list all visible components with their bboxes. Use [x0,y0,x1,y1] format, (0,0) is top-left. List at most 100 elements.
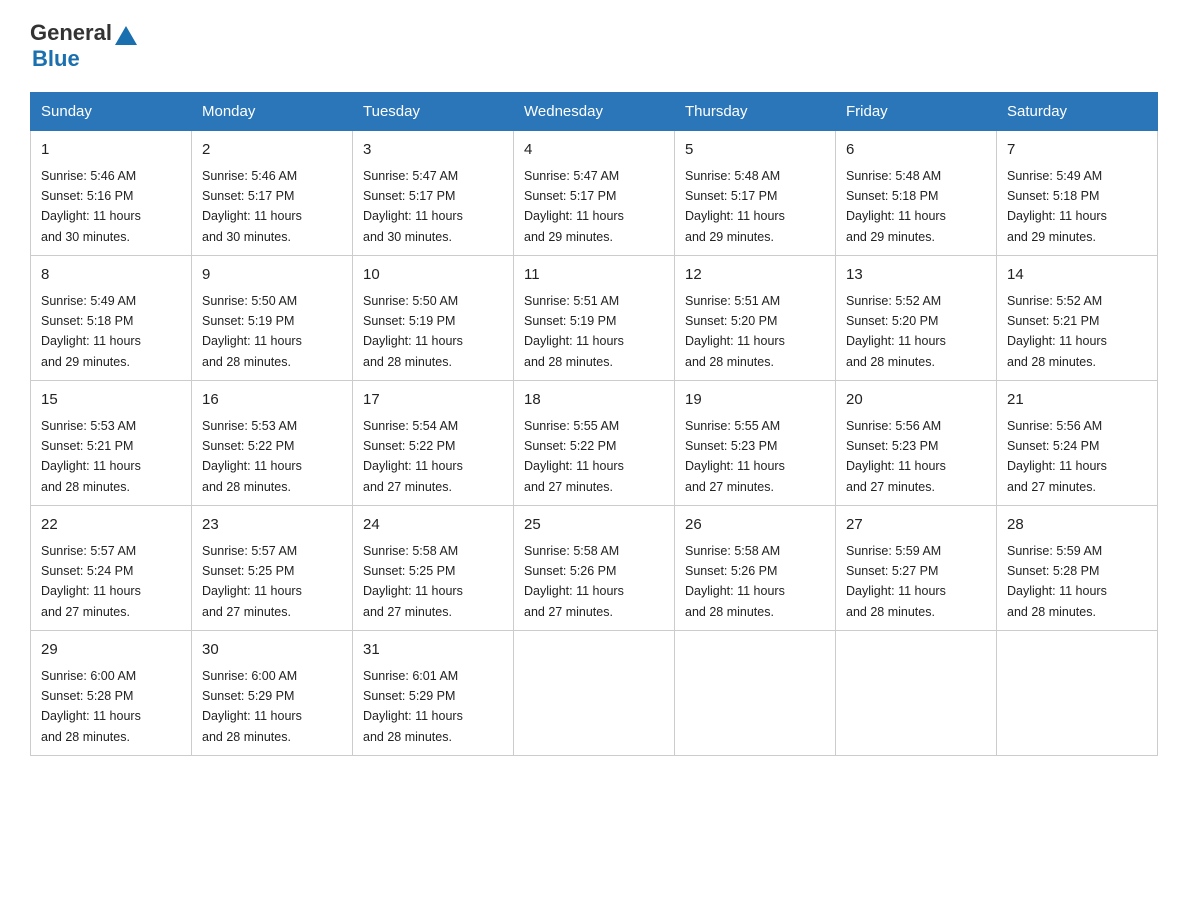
calendar-cell: 12 Sunrise: 5:51 AMSunset: 5:20 PMDayligh… [675,256,836,381]
day-number: 17 [363,389,503,412]
day-number: 19 [685,389,825,412]
day-info: Sunrise: 5:56 AMSunset: 5:24 PMDaylight:… [1007,419,1107,494]
day-number: 8 [41,264,181,287]
day-info: Sunrise: 5:49 AMSunset: 5:18 PMDaylight:… [41,294,141,369]
day-number: 1 [41,139,181,162]
calendar-cell: 8 Sunrise: 5:49 AMSunset: 5:18 PMDaylight… [31,256,192,381]
calendar-cell: 10Sunrise: 5:50 AMSunset: 5:19 PMDayligh… [353,256,514,381]
day-number: 12 [685,264,825,287]
day-info: Sunrise: 5:47 AMSunset: 5:17 PMDaylight:… [524,169,624,244]
day-info: Sunrise: 5:57 AMSunset: 5:25 PMDaylight:… [202,544,302,619]
day-number: 26 [685,514,825,537]
calendar-cell: 5Sunrise: 5:48 AMSunset: 5:17 PMDaylight… [675,131,836,256]
day-info: Sunrise: 5:58 AMSunset: 5:25 PMDaylight:… [363,544,463,619]
day-number: 16 [202,389,342,412]
calendar-cell: 29 Sunrise: 6:00 AMSunset: 5:28 PMDayligh… [31,631,192,756]
day-number: 6 [846,139,986,162]
calendar-cell: 23 Sunrise: 5:57 AMSunset: 5:25 PMDayligh… [192,506,353,631]
day-number: 11 [524,264,664,287]
day-number: 31 [363,639,503,662]
calendar-cell: 20 Sunrise: 5:56 AMSunset: 5:23 PMDayligh… [836,381,997,506]
day-number: 25 [524,514,664,537]
day-number: 9 [202,264,342,287]
calendar-cell: 22Sunrise: 5:57 AMSunset: 5:24 PMDayligh… [31,506,192,631]
column-header-wednesday: Wednesday [514,93,675,131]
day-info: Sunrise: 5:46 AMSunset: 5:16 PMDaylight:… [41,169,141,244]
calendar-cell: 15 Sunrise: 5:53 AMSunset: 5:21 PMDayligh… [31,381,192,506]
logo-blue: Blue [32,46,80,72]
logo-general: General [30,20,112,46]
calendar-week-row: 1 Sunrise: 5:46 AMSunset: 5:16 PMDaylight… [31,131,1158,256]
day-info: Sunrise: 5:52 AMSunset: 5:20 PMDaylight:… [846,294,946,369]
column-header-sunday: Sunday [31,93,192,131]
day-number: 14 [1007,264,1147,287]
calendar-cell: 25 Sunrise: 5:58 AMSunset: 5:26 PMDayligh… [514,506,675,631]
calendar-cell: 14 Sunrise: 5:52 AMSunset: 5:21 PMDayligh… [997,256,1158,381]
calendar-cell: 3Sunrise: 5:47 AMSunset: 5:17 PMDaylight… [353,131,514,256]
day-info: Sunrise: 5:55 AMSunset: 5:22 PMDaylight:… [524,419,624,494]
day-info: Sunrise: 5:56 AMSunset: 5:23 PMDaylight:… [846,419,946,494]
calendar-cell: 16 Sunrise: 5:53 AMSunset: 5:22 PMDayligh… [192,381,353,506]
calendar-week-row: 15 Sunrise: 5:53 AMSunset: 5:21 PMDayligh… [31,381,1158,506]
day-info: Sunrise: 5:50 AMSunset: 5:19 PMDaylight:… [202,294,302,369]
day-info: Sunrise: 5:48 AMSunset: 5:17 PMDaylight:… [685,169,785,244]
day-info: Sunrise: 5:53 AMSunset: 5:22 PMDaylight:… [202,419,302,494]
day-number: 21 [1007,389,1147,412]
day-info: Sunrise: 5:48 AMSunset: 5:18 PMDaylight:… [846,169,946,244]
calendar-cell: 26 Sunrise: 5:58 AMSunset: 5:26 PMDayligh… [675,506,836,631]
calendar-table: SundayMondayTuesdayWednesdayThursdayFrid… [30,92,1158,756]
column-header-monday: Monday [192,93,353,131]
column-header-friday: Friday [836,93,997,131]
logo: General Blue [30,20,137,72]
calendar-cell: 11Sunrise: 5:51 AMSunset: 5:19 PMDayligh… [514,256,675,381]
calendar-cell: 28Sunrise: 5:59 AMSunset: 5:28 PMDayligh… [997,506,1158,631]
day-info: Sunrise: 5:58 AMSunset: 5:26 PMDaylight:… [685,544,785,619]
day-info: Sunrise: 5:46 AMSunset: 5:17 PMDaylight:… [202,169,302,244]
day-number: 29 [41,639,181,662]
calendar-cell: 7Sunrise: 5:49 AMSunset: 5:18 PMDaylight… [997,131,1158,256]
calendar-cell: 1 Sunrise: 5:46 AMSunset: 5:16 PMDaylight… [31,131,192,256]
day-number: 13 [846,264,986,287]
page-header: General Blue [30,20,1158,72]
calendar-cell: 27 Sunrise: 5:59 AMSunset: 5:27 PMDayligh… [836,506,997,631]
calendar-cell: 24 Sunrise: 5:58 AMSunset: 5:25 PMDayligh… [353,506,514,631]
day-number: 22 [41,514,181,537]
day-info: Sunrise: 6:00 AMSunset: 5:28 PMDaylight:… [41,669,141,744]
calendar-cell: 9 Sunrise: 5:50 AMSunset: 5:19 PMDaylight… [192,256,353,381]
calendar-cell: 31 Sunrise: 6:01 AMSunset: 5:29 PMDayligh… [353,631,514,756]
calendar-cell: 2 Sunrise: 5:46 AMSunset: 5:17 PMDaylight… [192,131,353,256]
calendar-cell: 17 Sunrise: 5:54 AMSunset: 5:22 PMDayligh… [353,381,514,506]
day-info: Sunrise: 6:01 AMSunset: 5:29 PMDaylight:… [363,669,463,744]
day-number: 18 [524,389,664,412]
calendar-cell [514,631,675,756]
day-number: 30 [202,639,342,662]
day-info: Sunrise: 5:49 AMSunset: 5:18 PMDaylight:… [1007,169,1107,244]
day-info: Sunrise: 5:58 AMSunset: 5:26 PMDaylight:… [524,544,624,619]
day-info: Sunrise: 5:54 AMSunset: 5:22 PMDaylight:… [363,419,463,494]
calendar-cell [836,631,997,756]
day-number: 3 [363,139,503,162]
day-info: Sunrise: 5:59 AMSunset: 5:27 PMDaylight:… [846,544,946,619]
column-header-thursday: Thursday [675,93,836,131]
calendar-cell: 4 Sunrise: 5:47 AMSunset: 5:17 PMDaylight… [514,131,675,256]
day-info: Sunrise: 5:51 AMSunset: 5:20 PMDaylight:… [685,294,785,369]
day-info: Sunrise: 5:53 AMSunset: 5:21 PMDaylight:… [41,419,141,494]
day-info: Sunrise: 5:52 AMSunset: 5:21 PMDaylight:… [1007,294,1107,369]
day-number: 2 [202,139,342,162]
calendar-cell [997,631,1158,756]
day-number: 15 [41,389,181,412]
column-header-tuesday: Tuesday [353,93,514,131]
logo-triangle-icon [115,26,137,45]
calendar-week-row: 8 Sunrise: 5:49 AMSunset: 5:18 PMDaylight… [31,256,1158,381]
day-number: 24 [363,514,503,537]
day-number: 4 [524,139,664,162]
calendar-header-row: SundayMondayTuesdayWednesdayThursdayFrid… [31,93,1158,131]
day-number: 27 [846,514,986,537]
day-number: 23 [202,514,342,537]
calendar-cell [675,631,836,756]
column-header-saturday: Saturday [997,93,1158,131]
day-number: 20 [846,389,986,412]
calendar-week-row: 22Sunrise: 5:57 AMSunset: 5:24 PMDayligh… [31,506,1158,631]
day-info: Sunrise: 5:55 AMSunset: 5:23 PMDaylight:… [685,419,785,494]
calendar-cell: 19 Sunrise: 5:55 AMSunset: 5:23 PMDayligh… [675,381,836,506]
